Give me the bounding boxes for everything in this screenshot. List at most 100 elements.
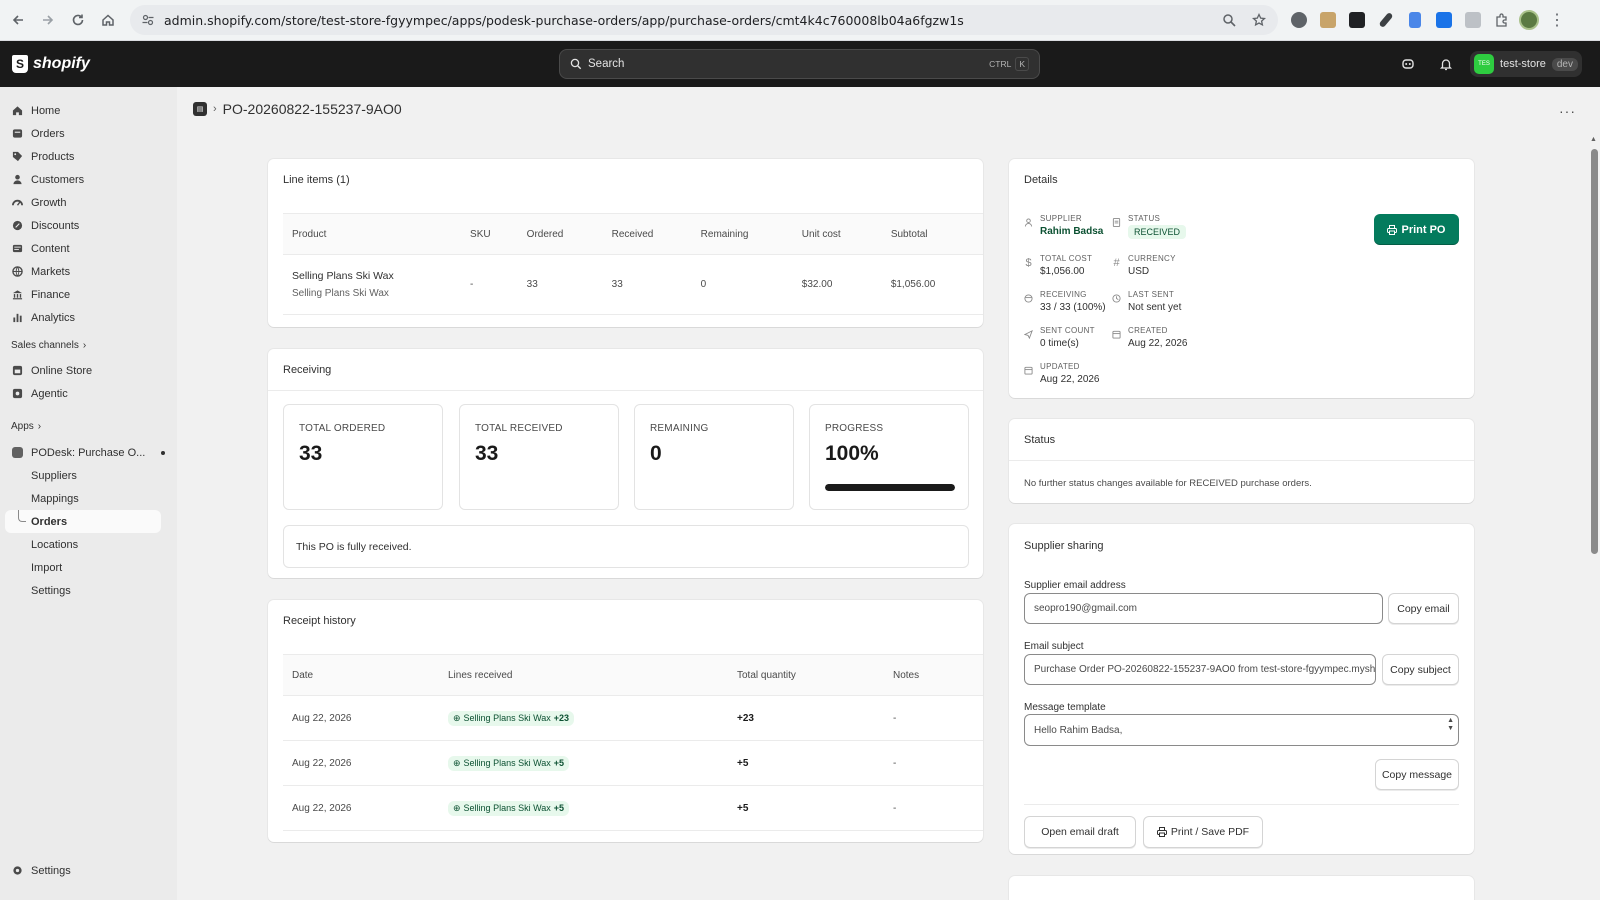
scroll-thumb[interactable] xyxy=(1591,149,1598,554)
print-po-button[interactable]: Print PO xyxy=(1374,214,1459,245)
received-note: This PO is fully received. xyxy=(283,525,969,568)
sidebar-item-label: Home xyxy=(31,104,61,117)
home-browser-icon[interactable] xyxy=(94,6,122,34)
sidekick-icon[interactable] xyxy=(1394,50,1422,78)
browser-menu-icon[interactable]: ⋮ xyxy=(1549,10,1565,30)
extension-image-icon[interactable] xyxy=(1319,11,1337,29)
app-nav-orders[interactable]: Orders xyxy=(5,510,161,533)
sidebar-item-finance[interactable]: Finance xyxy=(0,283,177,306)
sku-cell: - xyxy=(461,254,518,315)
app-nav-locations[interactable]: Locations xyxy=(0,533,177,556)
admin-topbar: shopify Search CTRL K TES test-store dev xyxy=(0,41,1600,87)
sidebar-item-products[interactable]: Products xyxy=(0,145,177,168)
column-header: Date xyxy=(283,654,439,696)
extension-font-icon[interactable] xyxy=(1348,11,1366,29)
stat-value: 33 xyxy=(299,442,323,465)
stat-label: REMAINING xyxy=(650,423,709,434)
progress-bar xyxy=(825,484,955,491)
table-row: Aug 22, 2026 ⊕ Selling Plans Ski Wax +5 +5- xyxy=(283,740,983,786)
extension-compass-icon[interactable] xyxy=(1290,11,1308,29)
profile-avatar[interactable] xyxy=(1519,10,1539,30)
url-text[interactable]: admin.shopify.com/store/test-store-fgyym… xyxy=(164,13,1220,28)
detail-value: USD xyxy=(1128,266,1150,277)
reload-icon[interactable] xyxy=(64,6,92,34)
search-icon xyxy=(570,58,582,70)
status-badge: RECEIVED xyxy=(1128,225,1187,239)
orders-icon xyxy=(12,128,23,139)
supplier-link[interactable]: Rahim Badsa xyxy=(1040,226,1103,237)
sidebar-item-home[interactable]: Home xyxy=(0,99,177,122)
sidebar-item-customers[interactable]: Customers xyxy=(0,168,177,191)
app-nav-label: Mappings xyxy=(31,492,79,505)
message-template-field[interactable]: Hello Rahim Badsa, ▲ ▼ xyxy=(1024,714,1459,746)
badge-line-name: Selling Plans Ski Wax xyxy=(463,803,551,813)
apps-label: Apps xyxy=(11,420,34,432)
detail-value: Aug 22, 2026 xyxy=(1128,338,1188,349)
site-info-icon[interactable] xyxy=(140,12,156,28)
open-email-draft-button[interactable]: Open email draft xyxy=(1024,816,1136,848)
breadcrumb-chevron-icon: › xyxy=(213,103,217,115)
back-arrow-icon[interactable] xyxy=(4,6,32,34)
extensions-puzzle-icon[interactable] xyxy=(1493,11,1511,29)
store-menu[interactable]: TES test-store dev xyxy=(1470,51,1582,77)
search-bar[interactable]: Search CTRL K xyxy=(559,49,1040,79)
sales-channel-agentic[interactable]: Agentic xyxy=(0,382,177,405)
stat-value: 100% xyxy=(825,442,879,465)
column-header: Ordered xyxy=(517,213,603,255)
table-row: Aug 22, 2026 ⊕ Selling Plans Ski Wax +23 +23… xyxy=(283,695,983,741)
sidebar-item-settings[interactable]: Settings xyxy=(0,859,71,882)
sidebar-item-growth[interactable]: Growth xyxy=(0,191,177,214)
textarea-spinner-icon[interactable]: ▲ ▼ xyxy=(1447,717,1454,733)
copy-message-button[interactable]: Copy message xyxy=(1375,759,1459,790)
product-variant: Selling Plans Ski Wax xyxy=(292,288,389,299)
address-bar[interactable]: admin.shopify.com/store/test-store-fgyym… xyxy=(130,5,1278,35)
sidebar-item-analytics[interactable]: Analytics xyxy=(0,306,177,329)
growth-icon xyxy=(12,197,23,208)
sidebar-item-content[interactable]: Content xyxy=(0,237,177,260)
zoom-icon[interactable] xyxy=(1220,11,1238,29)
extension-doc-icon[interactable] xyxy=(1406,11,1424,29)
detail-value: Not sent yet xyxy=(1128,302,1182,313)
extension-pen-icon[interactable] xyxy=(1377,11,1395,29)
details-title: Details xyxy=(1024,174,1058,186)
total-quantity-cell: +5 xyxy=(728,785,884,831)
more-actions-icon[interactable]: ··· xyxy=(1559,103,1576,119)
total-received-stat: TOTAL RECEIVED 33 xyxy=(459,404,619,510)
bell-icon[interactable] xyxy=(1432,50,1460,78)
stat-label: TOTAL RECEIVED xyxy=(475,423,563,434)
sales-channels-heading[interactable]: Sales channels › xyxy=(0,336,177,354)
scrollbar[interactable]: ▲ xyxy=(1588,133,1600,900)
printer-icon xyxy=(1156,827,1167,837)
apps-heading[interactable]: Apps › xyxy=(0,417,177,435)
forward-arrow-icon[interactable] xyxy=(34,6,62,34)
print-save-pdf-button[interactable]: Print / Save PDF xyxy=(1143,816,1263,848)
message-label: Message template xyxy=(1024,702,1106,713)
email-subject-field[interactable]: Purchase Order PO-20260822-155237-9AO0 f… xyxy=(1024,654,1376,685)
scroll-up-icon[interactable]: ▲ xyxy=(1590,136,1597,143)
extension-camera-icon[interactable] xyxy=(1464,11,1482,29)
received-cell: 33 xyxy=(602,254,692,315)
supplier-email-field[interactable]: seopro190@gmail.com xyxy=(1024,593,1383,624)
app-nav-import[interactable]: Import xyxy=(0,556,177,579)
app-icon xyxy=(12,447,23,458)
copy-subject-button[interactable]: Copy subject xyxy=(1382,654,1459,685)
shopify-logo[interactable]: shopify xyxy=(12,55,90,73)
app-nav-label: Locations xyxy=(31,538,79,551)
app-nav-label: Import xyxy=(31,561,63,574)
notes-cell: - xyxy=(884,785,983,831)
gear-icon xyxy=(12,865,23,876)
detail-label: UPDATED xyxy=(1040,362,1080,371)
sidebar-item-orders[interactable]: Orders xyxy=(0,122,177,145)
sidebar-item-markets[interactable]: Markets xyxy=(0,260,177,283)
copy-email-button[interactable]: Copy email xyxy=(1388,593,1459,624)
bookmark-star-icon[interactable] xyxy=(1250,11,1268,29)
app-nav-suppliers[interactable]: Suppliers xyxy=(0,464,177,487)
app-nav-mappings[interactable]: Mappings xyxy=(0,487,177,510)
sales-channel-online-store[interactable]: Online Store xyxy=(0,359,177,382)
sidebar-item-label: Markets xyxy=(31,265,71,278)
extension-download-icon[interactable] xyxy=(1435,11,1453,29)
sidebar-item-discounts[interactable]: Discounts xyxy=(0,214,177,237)
sidebar-app-podesk[interactable]: PODesk: Purchase O... xyxy=(0,441,177,464)
app-nav-settings[interactable]: Settings xyxy=(0,579,177,602)
chevron-right-icon: › xyxy=(82,339,87,351)
